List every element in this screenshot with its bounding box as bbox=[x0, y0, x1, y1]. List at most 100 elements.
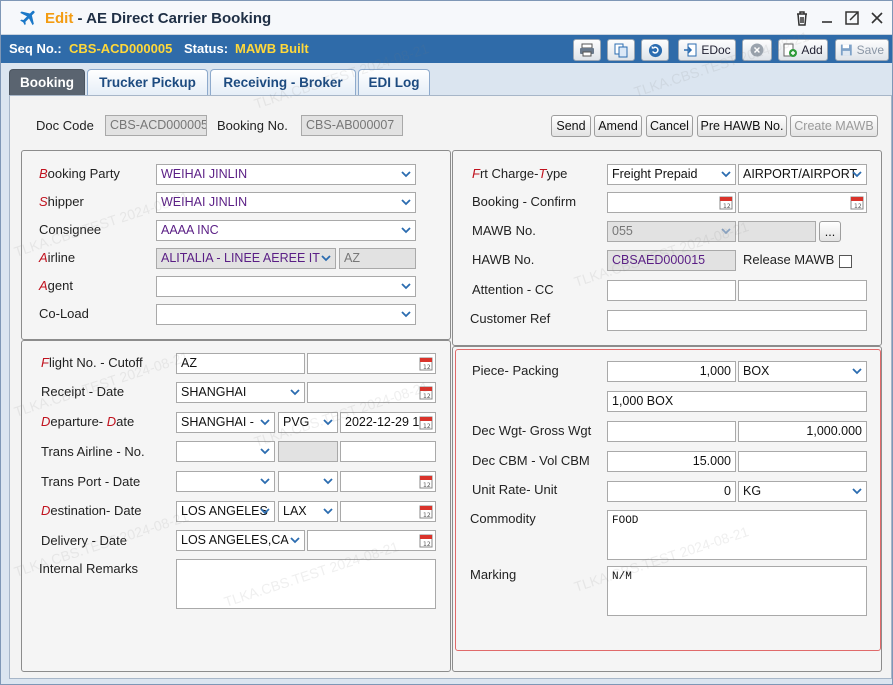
title-bar: Edit - AE Direct Carrier Booking bbox=[1, 1, 892, 35]
departure-date-key: D bbox=[106, 414, 117, 429]
receipt-date-input[interactable]: 12 bbox=[307, 382, 436, 403]
commodity-textarea[interactable]: FOOD bbox=[607, 510, 867, 560]
close-icon[interactable] bbox=[868, 9, 886, 27]
frt-charge-select[interactable]: Freight Prepaid bbox=[607, 164, 736, 185]
chevron-down-icon bbox=[286, 532, 303, 549]
piece-count-input[interactable]: 1,000 bbox=[607, 361, 736, 382]
cc-input[interactable] bbox=[738, 280, 867, 301]
rate-unit-value: KG bbox=[743, 484, 762, 498]
destination-port-select[interactable]: LOS ANGELES bbox=[176, 501, 275, 522]
departure-port-select[interactable]: SHANGHAI - bbox=[176, 412, 275, 433]
frt-label-mid: rt Charge- bbox=[479, 166, 539, 181]
cancel-button[interactable]: Cancel bbox=[646, 115, 693, 137]
edoc-button[interactable]: EDoc bbox=[678, 39, 736, 61]
calendar-icon[interactable]: 12 bbox=[419, 474, 433, 489]
calendar-icon[interactable]: 12 bbox=[419, 415, 433, 430]
vol-cbm-input[interactable] bbox=[738, 451, 867, 472]
departure-label-key: D bbox=[41, 414, 51, 429]
destination-date-input[interactable]: 12 bbox=[340, 501, 436, 522]
save-icon bbox=[840, 44, 852, 56]
receipt-select[interactable]: SHANGHAI bbox=[176, 382, 305, 403]
agent-select[interactable] bbox=[156, 276, 416, 297]
tab-booking[interactable]: Booking bbox=[9, 69, 85, 95]
shipper-select[interactable]: WEIHAI JINLIN bbox=[156, 192, 416, 213]
trans-port-select[interactable] bbox=[176, 471, 275, 492]
booking-date-input[interactable]: 12 bbox=[607, 192, 736, 213]
trans-date-input[interactable]: 12 bbox=[340, 471, 436, 492]
flight-label-rest: light No. - Cutoff bbox=[48, 355, 143, 370]
departure-code-value: PVG bbox=[283, 415, 310, 429]
save-button[interactable]: Save bbox=[835, 39, 889, 61]
piece-description-input[interactable]: 1,000 BOX bbox=[607, 391, 867, 412]
attention-input[interactable] bbox=[607, 280, 736, 301]
cutoff-date-input[interactable]: 12 bbox=[307, 353, 436, 374]
confirm-date-input[interactable]: 12 bbox=[738, 192, 867, 213]
chevron-down-icon bbox=[256, 443, 273, 460]
add-button[interactable]: Add bbox=[778, 39, 828, 61]
airline-select[interactable]: ALITALIA - LINEE AEREE IT bbox=[156, 248, 336, 269]
marking-textarea[interactable]: N/M bbox=[607, 566, 867, 616]
delivery-date-input[interactable]: 12 bbox=[307, 530, 436, 551]
minimize-icon[interactable] bbox=[818, 9, 836, 27]
delete-button[interactable] bbox=[742, 39, 772, 61]
tab-edi-log[interactable]: EDI Log bbox=[358, 69, 430, 95]
gross-weight-input[interactable]: 1,000.000 bbox=[738, 421, 867, 442]
trans-port-code-select[interactable] bbox=[278, 471, 338, 492]
create-mawb-button[interactable]: Create MAWB bbox=[790, 115, 878, 137]
service-type-select[interactable]: AIRPORT/AIRPORT bbox=[738, 164, 867, 185]
chevron-down-icon bbox=[848, 166, 865, 183]
calendar-icon[interactable]: 12 bbox=[850, 195, 864, 210]
airplane-icon bbox=[20, 10, 35, 26]
departure-code-select[interactable]: PVG bbox=[278, 412, 338, 433]
tab-trucker-pickup[interactable]: Trucker Pickup bbox=[87, 69, 208, 95]
booking-party-select[interactable]: WEIHAI JINLIN bbox=[156, 164, 416, 185]
mawb-prefix-select[interactable]: 055 bbox=[607, 221, 736, 242]
calendar-icon[interactable]: 12 bbox=[419, 533, 433, 548]
chevron-down-icon bbox=[256, 473, 273, 490]
pre-hawb-button[interactable]: Pre HAWB No. bbox=[697, 115, 787, 137]
calendar-icon[interactable]: 12 bbox=[719, 195, 733, 210]
unit-rate-input[interactable]: 0 bbox=[607, 481, 736, 502]
rate-unit-select[interactable]: KG bbox=[738, 481, 867, 502]
consignee-select[interactable]: AAAA INC bbox=[156, 220, 416, 241]
packing-unit-select[interactable]: BOX bbox=[738, 361, 867, 382]
dec-weight-input[interactable] bbox=[607, 421, 736, 442]
departure-date-input[interactable]: 2022-12-29 14: 12 bbox=[340, 412, 436, 433]
trans-flight-no-input[interactable] bbox=[340, 441, 436, 462]
trash-icon[interactable] bbox=[793, 9, 811, 27]
destination-code-select[interactable]: LAX bbox=[278, 501, 338, 522]
airline-value: ALITALIA - LINEE AEREE IT bbox=[161, 251, 320, 265]
departure-label: Departure- Date bbox=[41, 414, 134, 429]
print-button[interactable] bbox=[573, 39, 601, 61]
calendar-icon[interactable]: 12 bbox=[419, 385, 433, 400]
booking-party-label: Booking Party bbox=[39, 166, 120, 181]
consignee-label: Consignee bbox=[39, 222, 102, 237]
booking-no-field: CBS-AB000007 bbox=[301, 115, 403, 136]
dec-cbm-input[interactable]: 15.000 bbox=[607, 451, 736, 472]
release-mawb-checkbox[interactable] bbox=[839, 255, 852, 268]
amend-button[interactable]: Amend bbox=[594, 115, 642, 137]
copy-button[interactable] bbox=[607, 39, 635, 61]
chevron-down-icon bbox=[848, 363, 865, 380]
tab-receiving-broker[interactable]: Receiving - Broker bbox=[210, 69, 356, 95]
delivery-label: Delivery - Date bbox=[41, 533, 127, 548]
coload-select[interactable] bbox=[156, 304, 416, 325]
mawb-lookup-button[interactable]: ... bbox=[819, 221, 841, 242]
trans-airline-select[interactable] bbox=[176, 441, 275, 462]
calendar-icon[interactable]: 12 bbox=[419, 356, 433, 371]
title-mode: Edit bbox=[45, 10, 74, 27]
internal-remarks-textarea[interactable] bbox=[176, 559, 436, 609]
svg-text:12: 12 bbox=[423, 423, 431, 430]
delivery-select[interactable]: LOS ANGELES,CA bbox=[176, 530, 305, 551]
calendar-icon[interactable]: 12 bbox=[419, 504, 433, 519]
send-button[interactable]: Send bbox=[551, 115, 591, 137]
customer-ref-input[interactable] bbox=[607, 310, 867, 331]
frt-charge-value: Freight Prepaid bbox=[612, 167, 698, 181]
destination-label: Destination- Date bbox=[41, 503, 141, 518]
flight-no-input[interactable]: AZ bbox=[176, 353, 305, 374]
hawb-label: HAWB No. bbox=[472, 252, 535, 267]
maximize-icon[interactable] bbox=[843, 9, 861, 27]
agent-label: Agent bbox=[39, 278, 73, 293]
mawb-prefix-value: 055 bbox=[612, 224, 633, 238]
refresh-button[interactable] bbox=[641, 39, 669, 61]
